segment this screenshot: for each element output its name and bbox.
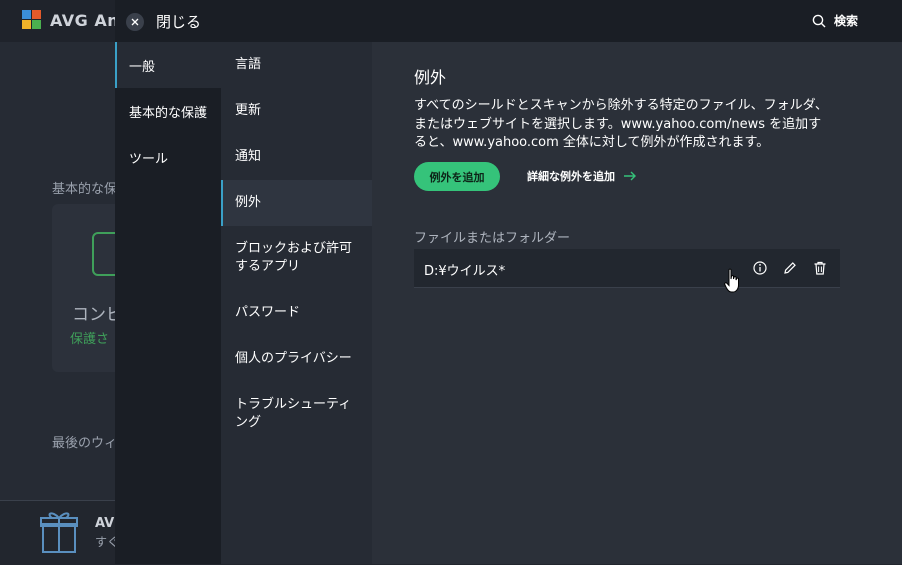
close-button[interactable]: 閉じる <box>126 11 201 32</box>
subnav-item-language[interactable]: 言語 <box>221 42 372 88</box>
nav-item-tools[interactable]: ツール <box>115 134 221 180</box>
subnav-item-exceptions[interactable]: 例外 <box>221 180 372 226</box>
settings-header: 閉じる 検索 <box>115 0 902 42</box>
settings-panel: 閉じる 検索 一般 基本的な保護 ツール 言語 更新 通知 例外 ブロックおよび… <box>115 0 902 564</box>
add-exception-button[interactable]: 例外を追加 <box>414 162 500 191</box>
subnav-item-passwords[interactable]: パスワード <box>221 290 372 336</box>
subnav-item-update[interactable]: 更新 <box>221 88 372 134</box>
gift-icon <box>40 512 78 553</box>
background-card-status: 保護さ <box>70 332 110 347</box>
secondary-nav: 言語 更新 通知 例外 ブロックおよび許可するアプリ パスワード 個人のプライバ… <box>221 42 372 564</box>
primary-nav: 一般 基本的な保護 ツール <box>115 42 221 564</box>
subnav-item-troubleshooting[interactable]: トラブルシューティング <box>221 382 372 446</box>
background-footer-title: AV <box>95 516 115 531</box>
info-icon[interactable] <box>752 260 768 276</box>
close-icon[interactable] <box>126 12 144 31</box>
add-advanced-exception-label[interactable]: 詳細な例外を追加 <box>527 168 615 184</box>
exceptions-content: 例外 すべてのシールドとスキャンから除外する特定のファイル、フォルダ、またはウェ… <box>372 42 902 564</box>
add-advanced-exception-link[interactable]: 詳細な例外を追加 <box>527 168 637 184</box>
exceptions-list-label: ファイルまたはフォルダー <box>414 231 571 246</box>
subnav-item-blocked-allowed-apps[interactable]: ブロックおよび許可するアプリ <box>221 226 372 290</box>
trash-icon[interactable] <box>812 260 828 276</box>
avg-logo-icon <box>22 10 44 30</box>
subnav-item-privacy[interactable]: 個人のプライバシー <box>221 336 372 382</box>
edit-pencil-icon[interactable] <box>782 260 798 276</box>
nav-item-general[interactable]: 一般 <box>115 42 221 88</box>
background-section-label: 基本的な保 <box>52 182 118 197</box>
search-button[interactable]: 検索 <box>812 12 858 29</box>
avg-logo: AVG An <box>22 10 119 30</box>
exception-row[interactable]: D:¥ウイルス* <box>414 249 840 288</box>
nav-item-basic-protection[interactable]: 基本的な保護 <box>115 88 221 134</box>
page-description: すべてのシールドとスキャンから除外する特定のファイル、フォルダ、またはウェブサイ… <box>414 98 828 150</box>
search-label[interactable]: 検索 <box>834 12 858 29</box>
close-label[interactable]: 閉じる <box>156 11 201 32</box>
avg-logo-text: AVG An <box>50 10 120 30</box>
page-title: 例外 <box>414 68 447 87</box>
background-last-scan-label: 最後のウィ <box>52 436 118 451</box>
search-icon[interactable] <box>812 14 826 28</box>
arrow-right-icon[interactable] <box>623 171 637 181</box>
exception-row-actions <box>752 260 828 276</box>
subnav-item-notifications[interactable]: 通知 <box>221 134 372 180</box>
exception-path: D:¥ウイルス* <box>424 264 506 279</box>
